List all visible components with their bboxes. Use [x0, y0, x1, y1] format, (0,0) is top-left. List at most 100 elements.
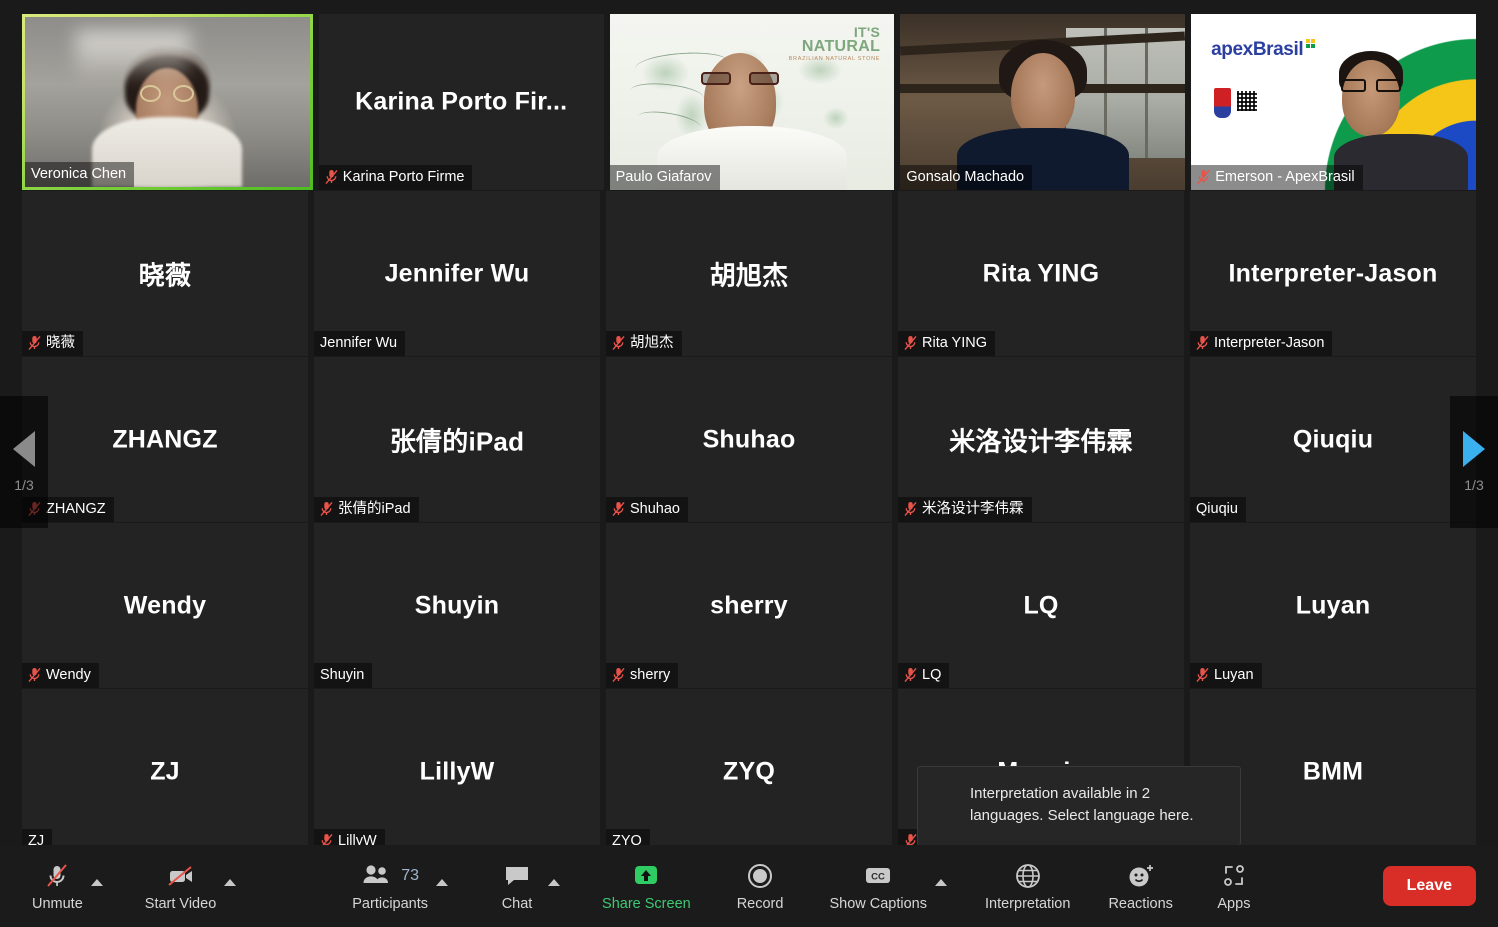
- mic-muted-glyph: [320, 501, 333, 516]
- participant-tile[interactable]: ZJ ZJ: [22, 689, 308, 854]
- participant-tile[interactable]: ZYQ ZYQ: [606, 689, 892, 854]
- participant-tile[interactable]: Qiuqiu Qiuqiu: [1190, 357, 1476, 522]
- tile-content: Qiuqiu Qiuqiu: [1190, 357, 1476, 522]
- mic-muted-glyph: [1197, 169, 1210, 184]
- gallery-row: ZHANGZ ZHANGZ 张倩的iPad 张倩的iPad Shuhao Shuhao 米洛…: [22, 357, 1476, 522]
- participant-tile[interactable]: Veronica Chen: [22, 14, 313, 190]
- participant-tile[interactable]: LQ LQ: [898, 523, 1184, 688]
- participant-name-label: Karina Porto Firme: [342, 168, 465, 185]
- gallery-row: 晓薇 晓薇 Jennifer Wu Jennifer Wu 胡旭杰 胡旭杰 Rita YIN…: [22, 191, 1476, 356]
- participant-tile[interactable]: Gonsalo Machado: [900, 14, 1186, 190]
- tile-content: LillyW LillyW: [314, 689, 600, 854]
- tile-content: Veronica Chen: [25, 17, 310, 187]
- its-natural-logo: IT'S NATURAL BRAZILIAN NATURAL STONE: [788, 23, 881, 63]
- participant-tile[interactable]: Jennifer Wu Jennifer Wu: [314, 191, 600, 356]
- participant-tile[interactable]: Luyan Luyan: [1190, 523, 1476, 688]
- chevron-right-icon: [1463, 431, 1485, 467]
- mic-muted-glyph: [612, 501, 625, 516]
- participants-button[interactable]: 73 Participants: [346, 860, 434, 912]
- start-video-button[interactable]: Start Video: [139, 860, 222, 912]
- participant-name-badge: Karina Porto Firme: [318, 164, 473, 190]
- mic-muted-glyph: [28, 667, 41, 682]
- qr-code-icon: [1236, 91, 1257, 112]
- microphone-muted-icon: [320, 501, 333, 517]
- participant-tile[interactable]: ZHANGZ ZHANGZ: [22, 357, 308, 522]
- tile-content: LQ LQ: [898, 523, 1184, 688]
- tile-content: Gonsalo Machado: [900, 14, 1186, 190]
- share-screen-button[interactable]: Share Screen: [596, 860, 697, 912]
- chat-button[interactable]: Chat: [488, 860, 546, 912]
- tile-display-name: ZJ: [150, 757, 180, 785]
- participant-tile[interactable]: Shuyin Shuyin: [314, 523, 600, 688]
- participant-tile[interactable]: Rita YING Rita YING: [898, 191, 1184, 356]
- tile-content: 张倩的iPad 张倩的iPad: [314, 357, 600, 522]
- participants-options-caret-icon[interactable]: [436, 879, 449, 886]
- unmute-button[interactable]: Unmute: [26, 860, 89, 912]
- tile-display-name: LillyW: [419, 757, 495, 785]
- next-page-arrow[interactable]: 1/3: [1450, 396, 1498, 528]
- participant-tile[interactable]: Karina Porto Fir... Karina Porto Firme: [318, 14, 604, 190]
- participant-tile[interactable]: Wendy Wendy: [22, 523, 308, 688]
- previous-page-arrow[interactable]: 1/3: [0, 396, 48, 528]
- participant-name-label: 晓薇: [46, 334, 75, 351]
- participant-tile[interactable]: sherry sherry: [606, 523, 892, 688]
- mic-muted-glyph: [1196, 667, 1209, 682]
- tile-display-name: ZHANGZ: [112, 425, 218, 453]
- leave-button[interactable]: Leave: [1382, 866, 1476, 906]
- participant-tile[interactable]: 晓薇 晓薇: [22, 191, 308, 356]
- participant-name-badge: Paulo Giafarov: [609, 164, 720, 190]
- participants-icon: 73: [361, 860, 419, 892]
- chat-options-caret-icon[interactable]: [548, 879, 561, 886]
- record-button[interactable]: Record: [731, 860, 790, 912]
- tile-display-name: Rita YING: [982, 259, 1100, 287]
- svg-text:CC: CC: [871, 872, 885, 883]
- microphone-muted-icon: [612, 335, 625, 351]
- participant-tile[interactable]: Interpreter-Jason Interpreter-Jason: [1190, 191, 1476, 356]
- microphone-muted-icon: [1196, 667, 1209, 683]
- apps-button[interactable]: Apps: [1205, 860, 1263, 912]
- participant-tile[interactable]: IT'S NATURAL BRAZILIAN NATURAL STONE Paulo …: [609, 14, 895, 190]
- microphone-muted-icon: [28, 667, 41, 683]
- video-options-caret-icon[interactable]: [224, 879, 237, 886]
- reactions-label: Reactions: [1108, 896, 1173, 912]
- participant-name-badge: Emerson - ApexBrasil: [1191, 164, 1363, 190]
- tile-content: IT'S NATURAL BRAZILIAN NATURAL STONE Paulo …: [609, 14, 895, 190]
- participant-tile[interactable]: 米洛设计李伟霖 米洛设计李伟霖: [898, 357, 1184, 522]
- microphone-muted-icon: [1196, 335, 1209, 351]
- participant-tile[interactable]: apexBrasil Emerson - ApexBrasil: [1191, 14, 1476, 190]
- share-screen-label: Share Screen: [602, 896, 691, 912]
- tile-content: ZJ ZJ: [22, 689, 308, 854]
- microphone-muted-icon: [904, 667, 917, 683]
- mic-muted-glyph: [28, 335, 41, 350]
- participant-tile[interactable]: 张倩的iPad 张倩的iPad: [314, 357, 600, 522]
- participant-name-label: Emerson - ApexBrasil: [1215, 168, 1355, 185]
- microphone-muted-icon: [904, 335, 917, 351]
- gallery-row: Wendy Wendy Shuyin Shuyin sherry sherry LQ LQ Lu…: [22, 523, 1476, 688]
- apexbrasil-logo: apexBrasil: [1211, 38, 1316, 61]
- apps-icon: [1220, 860, 1248, 892]
- interpretation-button[interactable]: Interpretation: [979, 860, 1076, 912]
- participant-name-badge: LQ: [898, 662, 950, 688]
- tile-content: ZYQ ZYQ: [606, 689, 892, 854]
- participant-name-label: Veronica Chen: [31, 165, 127, 182]
- participant-tile[interactable]: 胡旭杰 胡旭杰: [606, 191, 892, 356]
- participant-name-badge: 晓薇: [22, 330, 83, 356]
- tile-display-name: ZYQ: [723, 757, 775, 785]
- reactions-smiley-icon: [1126, 860, 1156, 892]
- video-background: [900, 14, 1186, 190]
- audio-options-caret-icon[interactable]: [90, 879, 103, 886]
- chat-label: Chat: [501, 896, 533, 912]
- reactions-button[interactable]: Reactions: [1102, 860, 1178, 912]
- microphone-muted-icon: [28, 335, 41, 351]
- participant-name-badge: Shuyin: [314, 662, 373, 688]
- participant-name-badge: Luyan: [1190, 662, 1262, 688]
- show-captions-button[interactable]: CC Show Captions: [823, 860, 933, 912]
- captions-options-caret-icon[interactable]: [934, 879, 947, 886]
- participant-tile[interactable]: LillyW LillyW: [314, 689, 600, 854]
- gallery-grid: Veronica Chen Karina Porto Fir... Karina P…: [22, 14, 1476, 854]
- participant-tile[interactable]: Shuhao Shuhao: [606, 357, 892, 522]
- zoom-meeting-window: Veronica Chen Karina Porto Fir... Karina P…: [0, 0, 1498, 927]
- participant-name-label: sherry: [630, 666, 671, 683]
- participant-name-label: 米洛设计李伟霖: [922, 500, 1024, 517]
- apps-label: Apps: [1217, 896, 1251, 912]
